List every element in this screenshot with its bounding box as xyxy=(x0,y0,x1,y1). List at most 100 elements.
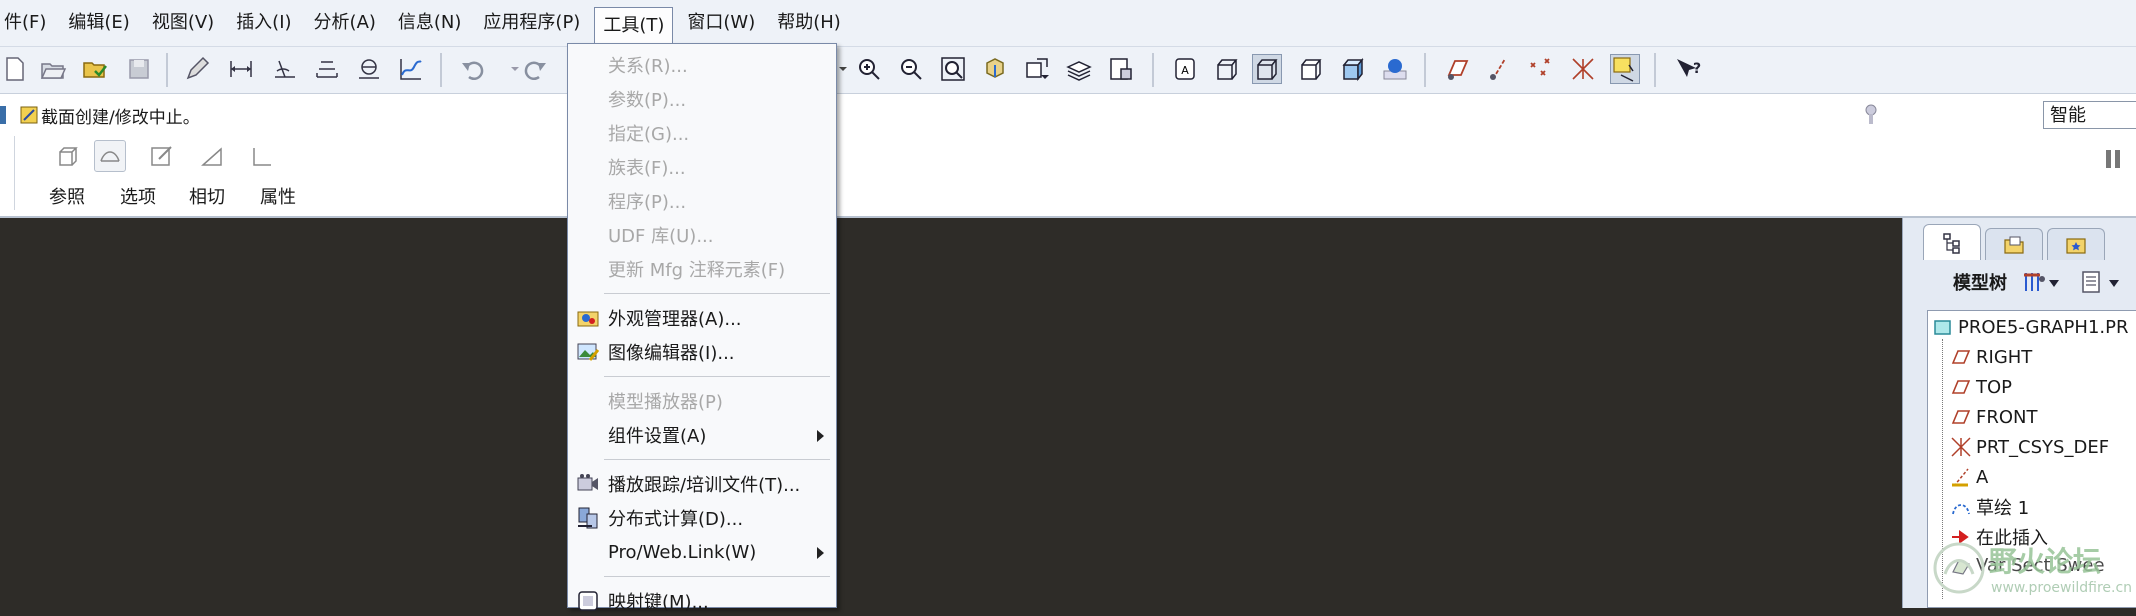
menu-item-program[interactable]: 程序(P)... xyxy=(568,186,836,216)
tree-settings-dropdown-icon[interactable] xyxy=(2049,280,2059,288)
tree-item-label: PRT_CSYS_DEF xyxy=(1976,436,2110,458)
spin-center-icon[interactable]: A xyxy=(1170,54,1200,84)
edit-sketch-icon[interactable] xyxy=(182,54,212,84)
datum-plane-icon xyxy=(1951,350,1971,364)
model-tree-title: 模型树 xyxy=(1953,273,2007,294)
tools-menu: 关系(R)... 参数(P)... 指定(G)... 族表(F)... 程序(P… xyxy=(567,43,837,613)
menu-info[interactable]: 信息(N) xyxy=(390,6,470,40)
zoom-in-icon[interactable] xyxy=(854,54,884,84)
menu-item-update-mfg-annotations[interactable]: 更新 Mfg 注释元素(F) xyxy=(568,254,836,284)
menu-separator xyxy=(604,576,830,577)
wireframe-icon[interactable] xyxy=(1212,54,1242,84)
no-hidden-icon[interactable] xyxy=(1296,54,1326,84)
view-manager-icon[interactable] xyxy=(1106,54,1136,84)
sketcher-icon[interactable] xyxy=(146,140,178,172)
tree-item[interactable]: Var Sect Swee xyxy=(1950,551,2105,579)
tab-model-tree[interactable] xyxy=(1923,224,1981,260)
menu-item-assign[interactable]: 指定(G)... xyxy=(568,118,836,148)
thicken-icon[interactable] xyxy=(246,140,278,172)
menu-insert[interactable]: 插入(I) xyxy=(228,6,299,40)
tab-options[interactable]: 选项 xyxy=(120,186,156,210)
graphics-viewport[interactable] xyxy=(0,218,1902,608)
menu-item-image-editor[interactable]: 图像编辑器(I)... xyxy=(568,337,836,367)
menu-edit[interactable]: 编辑(E) xyxy=(60,6,137,40)
menu-item-relations[interactable]: 关系(R)... xyxy=(568,50,836,80)
layers-icon[interactable] xyxy=(1064,54,1094,84)
remove-material-icon[interactable] xyxy=(196,140,228,172)
menu-item-play-trail-file[interactable]: 播放跟踪/培训文件(T)... xyxy=(568,469,836,499)
menu-item-distributed-computing[interactable]: 分布式计算(D)... xyxy=(568,503,836,533)
select-working-dir-icon[interactable] xyxy=(80,54,110,84)
tab-properties[interactable]: 属性 xyxy=(260,186,296,210)
surface-sweep-icon[interactable] xyxy=(94,140,126,172)
open-folder-icon[interactable] xyxy=(38,54,68,84)
menu-tools[interactable]: 工具(T) xyxy=(594,7,674,45)
tree-item[interactable]: TOP xyxy=(1950,373,2012,401)
tree-item[interactable]: A xyxy=(1950,463,1988,491)
menu-item-pro-web-link[interactable]: Pro/Web.Link(W) xyxy=(568,537,836,567)
menu-separator xyxy=(604,293,830,294)
menu-item-parameters[interactable]: 参数(P)... xyxy=(568,84,836,114)
menu-window[interactable]: 窗口(W) xyxy=(679,6,763,40)
tree-item[interactable]: FRONT xyxy=(1950,403,2038,431)
sketch-icon xyxy=(1952,504,1970,515)
angle-dimension-icon[interactable] xyxy=(270,54,300,84)
radius-dimension-icon[interactable] xyxy=(354,54,384,84)
tree-item-label: A xyxy=(1976,466,1989,488)
tree-root[interactable]: PROE5-GRAPH1.PR xyxy=(1932,313,2128,341)
datum-point-display-icon[interactable] xyxy=(1526,54,1556,84)
menu-item-family-table[interactable]: 族表(F)... xyxy=(568,152,836,182)
menu-item-model-player[interactable]: 模型播放器(P) xyxy=(568,386,836,416)
pin-icon[interactable] xyxy=(1862,104,1880,128)
baseline-dimension-icon[interactable] xyxy=(312,54,342,84)
shading-icon[interactable] xyxy=(1338,54,1368,84)
menu-file[interactable]: 件(F) xyxy=(0,6,54,40)
tree-show-dropdown-icon[interactable] xyxy=(2109,280,2119,288)
tree-item[interactable]: RIGHT xyxy=(1950,343,2032,371)
menu-item-udf-library[interactable]: UDF 库(U)... xyxy=(568,220,836,250)
enhanced-realism-icon[interactable] xyxy=(1380,54,1410,84)
status-message-text: 截面创建/修改中止。 xyxy=(41,107,200,128)
redo-icon[interactable] xyxy=(520,54,550,84)
menu-view[interactable]: 视图(V) xyxy=(144,6,222,40)
reorient-icon[interactable] xyxy=(980,54,1010,84)
tree-settings-icon[interactable] xyxy=(2021,269,2047,295)
tree-item[interactable]: 草绘 1 xyxy=(1950,493,2029,521)
datum-axis-display-icon[interactable] xyxy=(1484,54,1514,84)
csys-display-icon[interactable] xyxy=(1568,54,1598,84)
tab-folder-browser[interactable] xyxy=(1985,228,2043,260)
menu-applications[interactable]: 应用程序(P) xyxy=(475,6,588,40)
zoom-out-icon[interactable] xyxy=(896,54,926,84)
datum-plane-display-icon[interactable] xyxy=(1442,54,1472,84)
save-icon[interactable] xyxy=(124,54,154,84)
annotation-display-icon[interactable] xyxy=(1610,54,1640,84)
menu-item-assembly-settings[interactable]: 组件设置(A) xyxy=(568,420,836,450)
tree-item-label: 草绘 1 xyxy=(1976,498,2030,519)
solid-sweep-icon[interactable] xyxy=(52,140,84,172)
context-help-icon[interactable]: ? xyxy=(1672,54,1702,84)
tab-references[interactable]: 参照 xyxy=(49,186,85,210)
tab-favorites[interactable] xyxy=(2047,228,2105,260)
tree-item[interactable]: 在此插入 xyxy=(1950,523,2048,551)
menu-help[interactable]: 帮助(H) xyxy=(769,6,849,40)
new-file-icon[interactable] xyxy=(0,54,30,84)
menu-item-label: 模型播放器(P) xyxy=(608,392,723,413)
menu-item-label: 指定(G)... xyxy=(608,124,690,145)
graph-icon[interactable] xyxy=(396,54,426,84)
saved-views-icon[interactable] xyxy=(1022,54,1052,84)
tab-tangency[interactable]: 相切 xyxy=(189,186,225,210)
undo-icon[interactable] xyxy=(458,54,488,84)
menu-item-mapkeys[interactable]: 映射键(M)... xyxy=(568,586,836,616)
favorites-icon xyxy=(2066,237,2086,254)
pause-icon[interactable] xyxy=(2104,148,2122,170)
selection-filter-select[interactable]: 智能 xyxy=(2043,101,2136,129)
tree-item[interactable]: PRT_CSYS_DEF xyxy=(1950,433,2109,461)
dimension-icon[interactable] xyxy=(226,54,256,84)
menu-analysis[interactable]: 分析(A) xyxy=(306,6,384,40)
menu-item-appearance-manager[interactable]: 外观管理器(A)... xyxy=(568,303,836,333)
tree-show-icon[interactable] xyxy=(2079,269,2105,295)
refit-icon[interactable] xyxy=(938,54,968,84)
tree-item-label: Var Sect Swee xyxy=(1976,554,2105,576)
datum-plane-icon xyxy=(1951,380,1971,394)
hidden-line-icon[interactable] xyxy=(1252,54,1282,84)
